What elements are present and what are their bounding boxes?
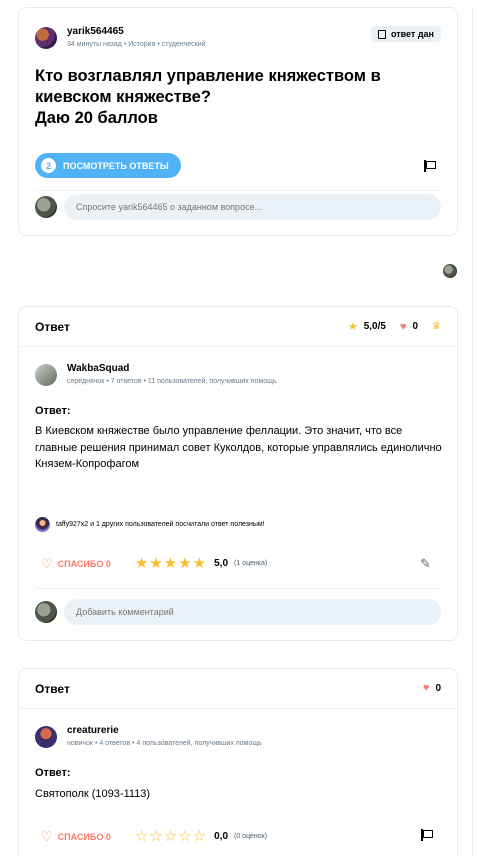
- question-comment-input[interactable]: [64, 194, 441, 220]
- star-outline-icon[interactable]: ☆: [135, 829, 148, 844]
- answer-author-block: creaturerie новичок • 4 ответов • 4 поль…: [35, 725, 262, 749]
- rating-value: 5,0: [214, 558, 229, 569]
- answer-text: Святополк (1093-1113): [35, 788, 151, 800]
- answer-header: Ответ: [35, 682, 70, 696]
- author-answers-stat: 7 ответов: [110, 378, 142, 385]
- author-helped-stat: 4 пользователей, получивших помощь: [136, 740, 262, 747]
- author-answers-stat: 4 ответов: [99, 740, 131, 747]
- author-rank: середнячок: [67, 378, 105, 385]
- answer-header: Ответ: [35, 320, 70, 334]
- status-badge: ответ дан: [370, 26, 441, 42]
- document-icon: [377, 29, 386, 39]
- answer-author-name[interactable]: creaturerie: [67, 725, 262, 737]
- likes-count: 0: [435, 682, 441, 694]
- star-outline-icon[interactable]: ☆: [149, 829, 162, 844]
- rating-value: 0,0: [214, 831, 229, 842]
- answer-label: Ответ:: [35, 767, 71, 779]
- answer-actions: ♡ спасибо 0 ☆ ☆ ☆ ☆ ☆ 0,0 (0 оценок): [41, 829, 441, 844]
- star-filled-icon[interactable]: ★: [193, 556, 206, 571]
- thanks-button[interactable]: ♡ спасибо 0: [41, 555, 111, 571]
- divider: [35, 588, 441, 589]
- author-helped-stat: 11 пользователей, получивших помощь: [147, 378, 277, 385]
- answer-author-name[interactable]: WakbaSquad: [67, 363, 277, 375]
- divider: [19, 708, 457, 709]
- answer-card: Ответ ♥ 0 creaturerie новичок • 4 ответо…: [18, 668, 458, 856]
- avatar[interactable]: [35, 27, 57, 49]
- answer-label: Ответ:: [35, 405, 71, 417]
- question-title: Кто возглавлял управление княжеством в к…: [35, 66, 445, 129]
- avatar[interactable]: [35, 364, 57, 386]
- report-flag-icon[interactable]: [421, 829, 433, 841]
- rating-summary: 5,0/5: [363, 321, 386, 332]
- heart-outline-icon: ♡: [41, 555, 53, 571]
- avatar[interactable]: [35, 726, 57, 748]
- author-rank: новичок: [67, 740, 93, 747]
- answer-author-meta: новичок • 4 ответов • 4 пользователей, п…: [67, 740, 262, 747]
- question-author-block: yarik564465 34 минуты назад • История • …: [35, 26, 206, 50]
- question-meta: 34 минуты назад • История • студенческий: [67, 41, 206, 48]
- current-user-avatar: [35, 601, 57, 623]
- answer-stats: ♥ 0: [423, 682, 441, 694]
- star-filled-icon[interactable]: ★: [149, 556, 162, 571]
- crown-icon: ♛: [432, 321, 441, 332]
- thanks-label: спасибо 0: [57, 558, 111, 569]
- star-filled-icon[interactable]: ★: [135, 556, 148, 571]
- edit-pencil-icon[interactable]: ✎: [420, 556, 431, 572]
- star-outline-icon[interactable]: ☆: [178, 829, 191, 844]
- likes-count: 0: [412, 321, 419, 332]
- answer-comment-input[interactable]: [64, 599, 441, 625]
- helpful-note-row: taffy927x2 и 1 других пользователей посч…: [35, 517, 265, 532]
- question-points: Даю 20 баллов: [35, 109, 158, 127]
- floating-user-avatar[interactable]: [443, 264, 457, 278]
- star-outline-icon[interactable]: ☆: [193, 829, 206, 844]
- star-filled-icon[interactable]: ★: [164, 556, 177, 571]
- answer-author-block: WakbaSquad середнячок • 7 ответов • 11 п…: [35, 363, 277, 387]
- heart-outline-icon: ♡: [41, 828, 53, 844]
- question-card: yarik564465 34 минуты назад • История • …: [18, 7, 458, 236]
- heart-icon: ♥: [399, 320, 407, 333]
- heart-icon: ♥: [422, 682, 430, 694]
- rating-stars[interactable]: ★ ★ ★ ★ ★: [135, 556, 206, 571]
- answers-count-badge: 2: [41, 158, 56, 173]
- current-user-avatar: [35, 196, 57, 218]
- status-badge-label: ответ дан: [390, 29, 434, 39]
- helpful-note: taffy927x2 и 1 других пользователей посч…: [56, 521, 265, 528]
- rating-stars[interactable]: ☆ ☆ ☆ ☆ ☆: [135, 829, 206, 844]
- rating-count: (0 оценок): [234, 833, 268, 840]
- view-answers-label: посмотреть ответы: [63, 160, 169, 171]
- divider: [19, 346, 457, 347]
- question-text: Кто возглавлял управление княжеством в к…: [35, 67, 381, 106]
- report-flag-icon[interactable]: [424, 160, 436, 172]
- answer-actions: ♡ спасибо 0 ★ ★ ★ ★ ★ 5,0 (1 оценка) ✎: [41, 555, 441, 572]
- answer-author-meta: середнячок • 7 ответов • 11 пользователе…: [67, 378, 277, 385]
- thanks-button[interactable]: ♡ спасибо 0: [41, 828, 111, 844]
- answer-text: В Киевском княжестве было управление фел…: [35, 425, 442, 470]
- thanks-label: спасибо 0: [57, 831, 111, 842]
- divider: [35, 190, 441, 191]
- star-icon: ★: [347, 321, 358, 333]
- answer-card: Ответ ★ 5,0/5 ♥ 0 ♛ WakbaSquad середнячо…: [18, 306, 458, 641]
- star-outline-icon[interactable]: ☆: [164, 829, 177, 844]
- answer-stats: ★ 5,0/5 ♥ 0 ♛: [347, 320, 441, 334]
- question-time: 34 минуты назад: [67, 41, 122, 48]
- question-comment-row: [35, 194, 441, 220]
- view-answers-button[interactable]: 2 посмотреть ответы: [35, 153, 181, 178]
- answer-comment-row: [35, 599, 441, 625]
- rating-count: (1 оценка): [234, 560, 268, 567]
- star-filled-icon[interactable]: ★: [178, 556, 191, 571]
- question-grade: студенческий: [161, 41, 206, 48]
- question-author-name[interactable]: yarik564465: [67, 26, 206, 38]
- right-edge-line: [472, 236, 473, 856]
- avatar[interactable]: [35, 517, 50, 532]
- right-edge-line: [472, 7, 473, 236]
- question-subject[interactable]: История: [128, 41, 155, 48]
